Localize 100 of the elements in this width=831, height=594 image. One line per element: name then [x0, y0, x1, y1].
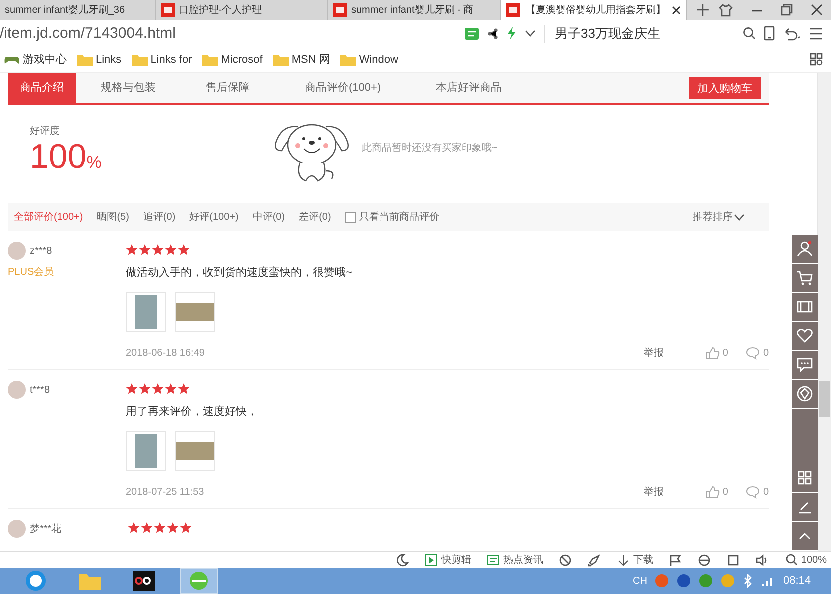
product-tab[interactable]: 规格与包装	[76, 73, 181, 103]
product-tab[interactable]: 本店好评商品	[411, 73, 528, 103]
status-bar-item[interactable]: 快剪辑	[425, 553, 472, 567]
bookmark[interactable]: Links for	[132, 54, 192, 66]
share-icon[interactable]	[487, 28, 499, 40]
photo-thumbnail[interactable]	[126, 431, 166, 471]
filter-tab[interactable]: 好评(100+)	[190, 210, 239, 224]
scissors-icon	[425, 554, 438, 566]
moon-icon[interactable]	[396, 554, 410, 566]
close-icon[interactable]	[672, 6, 682, 14]
filter-tab[interactable]: 差评(0)	[299, 210, 332, 224]
menu-icon[interactable]	[809, 28, 823, 40]
chat-bubble-icon	[796, 356, 814, 374]
apps-icon[interactable]	[810, 53, 823, 66]
review-date: 2018-06-18 16:49	[126, 348, 206, 358]
star-icon	[167, 522, 179, 534]
caret-icon[interactable]	[525, 30, 536, 37]
ban-icon[interactable]	[559, 554, 572, 566]
star-icon	[139, 383, 151, 395]
status-bar-item[interactable]: 热点资讯	[487, 553, 544, 567]
photo-thumbnail[interactable]	[126, 292, 166, 332]
photo-thumbnail[interactable]	[175, 431, 215, 471]
flag-icon[interactable]	[669, 554, 682, 566]
reply-count: 0	[763, 348, 769, 358]
window-icon[interactable]	[727, 554, 740, 566]
bluetooth-icon[interactable]	[743, 574, 754, 588]
impression-text: 此商品暂时还没有买家印象哦~	[362, 142, 498, 155]
report-link[interactable]: 举报	[644, 485, 664, 499]
checkbox[interactable]	[345, 212, 356, 222]
caret-icon	[734, 214, 745, 220]
reply-count: 0	[763, 486, 769, 498]
filter-tab[interactable]: 晒图(5)	[97, 210, 130, 224]
filter-tab[interactable]: 追评(0)	[143, 210, 176, 224]
filter-tab[interactable]: 全部评价(100+)	[14, 210, 84, 224]
photo-placeholder	[135, 295, 157, 329]
photo-thumbnail[interactable]	[175, 292, 215, 332]
product-tab[interactable]: 售后保障	[181, 73, 275, 103]
chevron-up-icon	[799, 532, 811, 540]
folder-icon	[340, 54, 356, 66]
restore-icon[interactable]	[781, 4, 794, 16]
product-tab[interactable]: 商品评价(100+)	[275, 73, 412, 103]
rating-unit: %	[86, 153, 102, 172]
new-tab-icon[interactable]	[697, 4, 710, 16]
search-icon[interactable]	[743, 27, 756, 40]
folder-icon	[132, 54, 148, 66]
shirt-icon[interactable]	[719, 4, 734, 16]
zoom-control[interactable]: 100%	[786, 554, 827, 566]
bookmark[interactable]: Window	[340, 54, 398, 66]
thumbs-up-icon[interactable]	[706, 346, 720, 360]
sort-dropdown[interactable]: 推荐排序	[693, 210, 745, 224]
undo-icon[interactable]	[783, 26, 801, 40]
bookmark[interactable]: Links	[77, 54, 122, 66]
tablet-icon[interactable]	[764, 26, 775, 41]
bookmark[interactable]: Microsof	[202, 54, 263, 66]
close-icon[interactable]	[811, 4, 824, 16]
add-to-cart-button[interactable]: 加入购物车	[689, 77, 761, 99]
review-text: 做活动入手的，收到货的速度蛮快的，很赞哦~	[126, 266, 354, 280]
browser-tab[interactable]: summer infant婴儿牙刷_36	[0, 0, 156, 20]
star-icon	[128, 522, 140, 534]
avatar	[8, 242, 26, 260]
user-name: t***8	[30, 384, 50, 396]
checkbox-label: 只看当前商品评价	[359, 210, 440, 224]
photo-placeholder	[135, 434, 157, 468]
browser-tab[interactable]: 口腔护理-个人护理	[156, 0, 328, 20]
shopping-cart-icon	[796, 269, 814, 287]
rating-value: 100	[30, 138, 87, 176]
product-tab[interactable]: 商品介绍	[8, 73, 76, 103]
folder-icon	[202, 54, 218, 66]
magnifier-icon	[786, 554, 798, 566]
site-logo-icon	[160, 3, 175, 17]
browser-tab[interactable]: 【夏澳婴俗婴幼儿用指套牙刷】	[501, 0, 688, 20]
avatar	[8, 381, 26, 399]
circle-app-icon	[23, 570, 49, 592]
star-icon	[154, 522, 166, 534]
filter-tab[interactable]: 中评(0)	[252, 210, 286, 224]
site-logo-icon	[333, 3, 348, 17]
review-date: 2018-07-25 11:53	[126, 486, 206, 498]
star-icon	[126, 383, 138, 395]
scrollbar[interactable]	[817, 73, 831, 551]
review-text: 用了再来评价，速度好快，	[126, 404, 259, 419]
news-icon	[487, 554, 500, 566]
star-icon	[178, 383, 190, 395]
like-count: 0	[722, 348, 728, 358]
lightning-icon[interactable]	[507, 27, 517, 40]
search-field[interactable]: 男子33万现金庆生	[544, 24, 735, 42]
bookmark[interactable]: MSN 网	[272, 52, 330, 67]
thumbs-up-icon[interactable]	[706, 486, 720, 498]
report-link[interactable]: 举报	[644, 346, 664, 360]
status-bar-item[interactable]: 下载	[617, 553, 654, 567]
photo-placeholder	[176, 442, 214, 460]
scrollbar-thumb[interactable]	[819, 381, 830, 417]
user-name: z***8	[30, 246, 52, 256]
media-app-icon	[131, 570, 157, 592]
star-icon	[152, 244, 164, 256]
bookmark[interactable]: 游戏中心	[4, 52, 67, 67]
address-field[interactable]: /item.jd.com/7143004.html	[0, 25, 457, 42]
star-icon	[165, 244, 177, 256]
like-count: 0	[722, 486, 728, 498]
browser-tab[interactable]: summer infant婴儿牙刷 - 商	[328, 0, 502, 20]
heart-icon	[796, 327, 814, 345]
